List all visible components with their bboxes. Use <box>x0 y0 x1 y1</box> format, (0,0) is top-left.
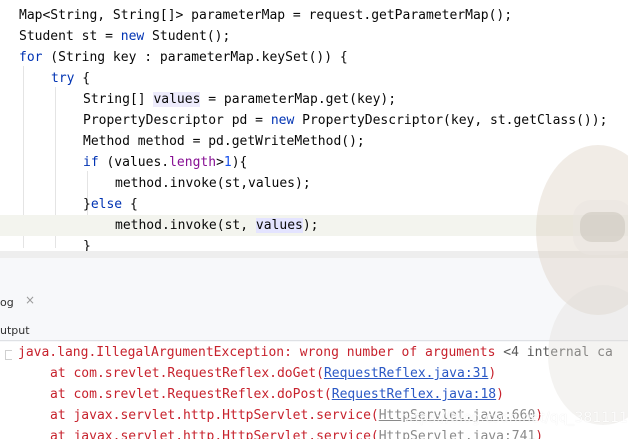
code-text: method.invoke(st, values); <box>115 218 319 233</box>
code-line[interactable]: PropertyDescriptor pd = new PropertyDesc… <box>0 110 628 131</box>
keyword-for: for <box>19 50 43 65</box>
code-text: try { <box>51 71 91 86</box>
field-length: length <box>169 155 217 170</box>
internal-calls-text[interactable]: <4 internal ca <box>495 345 613 360</box>
tool-window-tabs: og × <box>0 288 628 318</box>
code-text: Map<String, String[]> parameterMap = req… <box>19 8 513 23</box>
variable-values: values <box>255 218 303 233</box>
code-line[interactable]: method.invoke(st,values); <box>0 173 628 194</box>
fold-bracket-icon <box>5 350 12 360</box>
console-line: java.lang.IllegalArgumentException: wron… <box>18 342 613 363</box>
keyword-if: if <box>83 155 99 170</box>
code-text: method.invoke(st,values); <box>115 176 311 191</box>
divider <box>0 340 628 341</box>
console-line: at javax.servlet.http.HttpServlet.servic… <box>50 426 543 439</box>
source-link[interactable]: RequestReflex.java:18 <box>332 387 496 402</box>
console-line: at com.srevlet.RequestReflex.doPost(Requ… <box>50 387 504 402</box>
exception-text: java.lang.IllegalArgumentException: wron… <box>18 345 496 360</box>
code-line[interactable]: }else { <box>0 194 628 215</box>
keyword-new: new <box>270 113 295 128</box>
close-icon[interactable]: × <box>25 293 35 307</box>
code-editor[interactable]: Map<String, String[]> parameterMap = req… <box>0 0 628 258</box>
code-text: Student st = new Student(); <box>19 29 231 44</box>
watermark-text: https://blog.csdn.net/qq_381111 <box>400 410 628 426</box>
code-line[interactable]: Map<String, String[]> parameterMap = req… <box>0 5 628 26</box>
source-link[interactable]: HttpServlet.java:741 <box>379 429 536 439</box>
console-line: at com.srevlet.RequestReflex.doGet(Reque… <box>50 366 497 381</box>
keyword-try: try <box>51 71 75 86</box>
code-text: for (String key : parameterMap.keySet())… <box>19 50 348 65</box>
tab-output[interactable]: utput <box>0 324 30 337</box>
keyword-else: else <box>90 197 123 212</box>
code-line[interactable]: try { <box>0 68 628 89</box>
code-line[interactable]: if (values.length>1){ <box>0 152 628 173</box>
code-text: }else { <box>83 197 138 212</box>
code-text: PropertyDescriptor pd = new PropertyDesc… <box>83 113 608 128</box>
code-line[interactable]: for (String key : parameterMap.keySet())… <box>0 47 628 68</box>
code-line[interactable]: Student st = new Student(); <box>0 26 628 47</box>
code-text: if (values.length>1){ <box>83 155 248 170</box>
source-link[interactable]: RequestReflex.java:31 <box>324 366 488 381</box>
code-line[interactable]: Method method = pd.getWriteMethod(); <box>0 131 628 152</box>
variable-values: values <box>153 92 201 107</box>
code-text: Method method = pd.getWriteMethod(); <box>83 134 365 149</box>
keyword-new: new <box>120 29 145 44</box>
tab-log[interactable]: og <box>0 296 14 309</box>
number-literal: 1 <box>223 155 232 170</box>
current-code-line[interactable]: method.invoke(st, values); <box>0 215 628 236</box>
horizontal-scrollbar[interactable] <box>0 251 628 258</box>
code-line[interactable]: String[] values = parameterMap.get(key); <box>0 89 628 110</box>
code-text: String[] values = parameterMap.get(key); <box>83 92 397 107</box>
